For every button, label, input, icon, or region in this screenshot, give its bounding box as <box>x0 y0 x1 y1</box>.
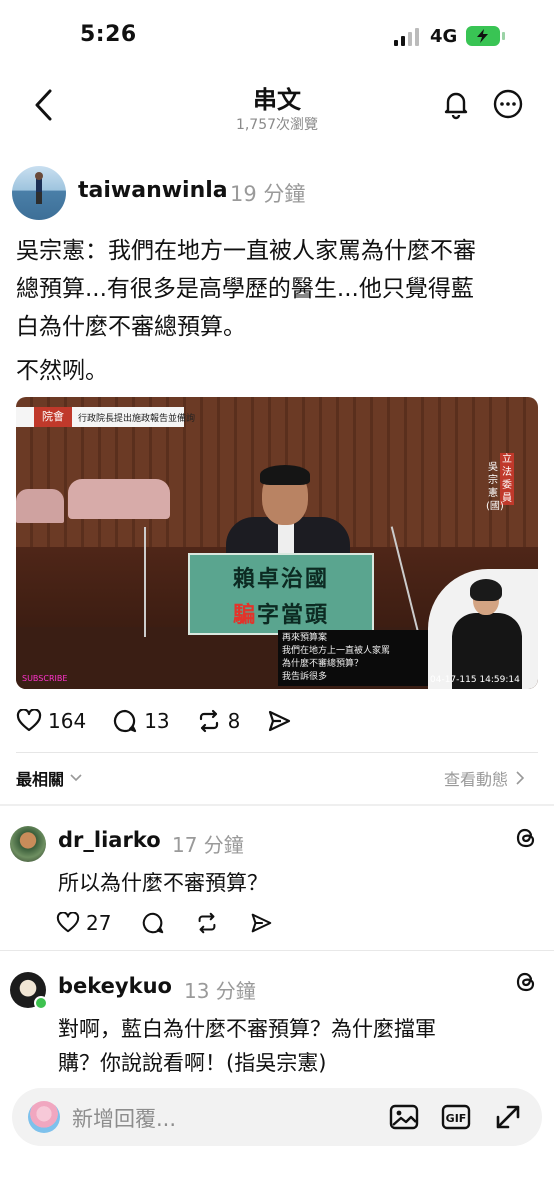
share-button[interactable] <box>249 911 273 935</box>
battery-icon <box>466 26 500 46</box>
chevron-down-icon <box>70 774 82 782</box>
reply-time: 17 分鐘 <box>172 833 244 857</box>
post-text-2: 不然咧。 <box>16 358 108 384</box>
reply-username[interactable]: bekeykuo <box>58 974 172 998</box>
reply-actions: 27 <box>56 908 299 938</box>
expand-icon[interactable] <box>492 1101 524 1133</box>
repost-button[interactable] <box>195 911 219 935</box>
comment-button[interactable]: 13 <box>112 708 170 734</box>
status-time: 5:26 <box>80 22 137 47</box>
threads-icon[interactable] <box>514 970 538 994</box>
repost-count: 8 <box>227 709 241 733</box>
media-speaker-hair <box>260 465 310 485</box>
repost-icon <box>199 709 218 733</box>
comment-icon <box>143 912 164 934</box>
post-text: 吳宗憲：我們在地方一直被人家罵為什麼不審 總預算...有很多是高學歷的醫生...… <box>16 238 476 340</box>
reply-username[interactable]: dr_liarko <box>58 828 161 852</box>
post-time: 19 分鐘 <box>230 182 306 206</box>
activity-label: 查看動態 <box>444 770 509 789</box>
share-icon <box>252 913 272 933</box>
divider <box>16 752 538 753</box>
avatar[interactable] <box>12 166 66 220</box>
reply-text: 所以為什麼不審預算？ <box>58 871 268 895</box>
avatar[interactable] <box>10 826 46 862</box>
network-label: 4G <box>430 26 458 47</box>
repost-button[interactable]: 8 <box>196 708 241 734</box>
like-button[interactable]: 164 <box>16 709 86 733</box>
comment-icon <box>114 709 137 733</box>
svg-text:GIF: GIF <box>446 1112 467 1125</box>
media-timestamp: 04-17-115 14:59:14 <box>430 675 520 685</box>
media-vertical-tag: 立法委員 <box>500 453 514 505</box>
gif-icon[interactable]: GIF <box>440 1101 472 1133</box>
media-chair <box>16 489 64 523</box>
like-button[interactable]: 27 <box>56 911 111 935</box>
heart-icon <box>16 709 42 732</box>
bell-icon[interactable] <box>440 88 472 120</box>
divider <box>0 950 554 951</box>
threads-icon[interactable] <box>514 826 538 850</box>
reply-input[interactable]: 新增回覆... <box>72 1103 176 1133</box>
media-caption: 再來預算案 我們在地方上一直被人家罵 為什麼不審總預算？ 我告訴很多 <box>278 630 428 686</box>
media-mic <box>144 527 146 637</box>
view-activity-link[interactable]: 查看動態 <box>444 766 525 790</box>
sort-label: 最相關 <box>16 770 65 789</box>
battery-tip <box>502 32 505 40</box>
media-sign-language-interpreter <box>428 569 538 689</box>
reply-time: 13 分鐘 <box>184 979 256 1003</box>
signal-icon <box>394 28 422 46</box>
chevron-right-icon <box>516 771 525 785</box>
share-button[interactable] <box>266 708 292 734</box>
reply-composer[interactable]: 新增回覆... GIF <box>12 1088 542 1146</box>
media-top-text: 行政院長提出施政報告並備詢 <box>78 414 196 424</box>
comment-count: 13 <box>144 709 170 733</box>
media-chair <box>68 479 170 519</box>
online-status-dot <box>34 996 48 1010</box>
media-logo: SUBSCRIBE <box>22 674 68 683</box>
image-icon[interactable] <box>388 1101 420 1133</box>
media-vertical-name: 吳宗憲(國) <box>486 462 504 512</box>
like-count: 164 <box>48 709 87 733</box>
comment-button[interactable] <box>141 911 165 935</box>
avatar <box>28 1101 60 1133</box>
media-protest-sign: 賴卓治國 騙字當頭 <box>188 553 374 635</box>
more-options-icon[interactable] <box>492 88 524 120</box>
section-divider <box>0 804 554 806</box>
post-actions: 164 13 8 <box>16 706 318 736</box>
repost-icon <box>199 912 216 934</box>
heart-icon <box>56 912 80 933</box>
reply-text: 對啊，藍白為什麼不審預算？為什麼擋軍 購？你說說看啊！(指吳宗憲) <box>58 1017 436 1075</box>
post-username[interactable]: taiwanwinla <box>78 178 228 203</box>
post-video[interactable]: 賴卓治國 騙字當頭 院會 行政院長提出施政報告並備詢 立法委員 吳宗憲(國) 再… <box>16 397 538 689</box>
sort-dropdown[interactable]: 最相關 <box>16 766 82 790</box>
share-icon <box>269 710 291 732</box>
like-count: 27 <box>86 911 112 935</box>
media-top-tag: 院會 <box>34 407 72 427</box>
